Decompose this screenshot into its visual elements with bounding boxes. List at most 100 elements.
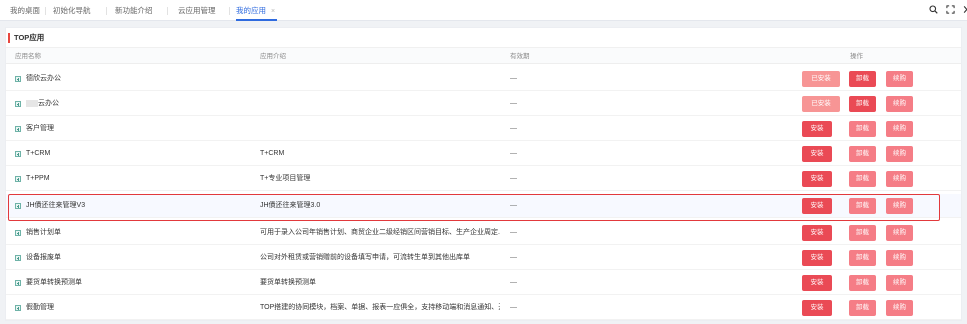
expand-icon[interactable] — [15, 305, 21, 311]
tab-bar: 我的桌面 初始化导航 新功能介绍 云应用管理 我的应用 × — [0, 0, 967, 21]
uninstall-button[interactable]: 卸载 — [849, 198, 876, 214]
expand-icon[interactable] — [15, 203, 21, 209]
expand-icon[interactable] — [15, 101, 21, 107]
section-title: TOP应用 — [8, 33, 44, 43]
app-name: 设备报废单 — [26, 254, 61, 261]
renew-button[interactable]: 续购 — [886, 146, 913, 162]
app-validity: — — [510, 254, 517, 261]
tab-divider — [45, 7, 46, 15]
fullscreen-icon[interactable] — [945, 5, 955, 16]
uninstall-button[interactable]: 卸载 — [849, 225, 876, 241]
expand-icon[interactable] — [15, 280, 21, 286]
column-header-actions: 操作 — [850, 53, 863, 60]
install-button[interactable]: 安装 — [802, 300, 832, 316]
uninstall-button[interactable]: 卸载 — [849, 300, 876, 316]
app-name: 客户管理 — [26, 125, 54, 132]
table-row: 要货单转换预测单 要货单转换预测单 — 安装 卸载 续购 — [6, 271, 961, 295]
tab-cloud-app-mgmt[interactable]: 云应用管理 — [178, 0, 216, 21]
install-button[interactable]: 安装 — [802, 146, 832, 162]
install-button[interactable]: 安装 — [802, 198, 832, 214]
tab-init-nav[interactable]: 初始化导航 — [53, 0, 91, 21]
app-validity: — — [510, 304, 517, 311]
app-intro: TOP搭建的协同模块，档案、单据、报表一应俱全，支持移动端和消息通知、开... — [260, 304, 500, 311]
app-name: 假勤管理 — [26, 304, 54, 311]
app-validity: — — [510, 202, 517, 209]
uninstall-button[interactable]: 卸载 — [849, 275, 876, 291]
table-header: 应用名称 应用介绍 有效期 操作 — [6, 47, 961, 64]
redacted-mark — [26, 99, 38, 107]
tab-divider — [167, 7, 168, 15]
expand-icon[interactable] — [15, 176, 21, 182]
expand-icon[interactable] — [15, 126, 21, 132]
install-button[interactable]: 安装 — [802, 225, 832, 241]
uninstall-button[interactable]: 卸载 — [849, 96, 876, 112]
renew-button[interactable]: 续购 — [886, 250, 913, 266]
uninstall-button[interactable]: 卸载 — [849, 71, 876, 87]
app-name: T+PPM — [26, 175, 50, 182]
app-intro: T+专业项目管理 — [260, 175, 311, 182]
column-header-name: 应用名称 — [15, 53, 41, 60]
app-validity: — — [510, 75, 517, 82]
table-row: 销售计划单 可用于录入公司年销售计划、商贸企业二级经销区间营销目标、生产企业周定… — [6, 221, 961, 245]
table-row: 客户管理 — 安装 卸载 续购 — [6, 117, 961, 141]
app-name: 销售计划单 — [26, 229, 61, 236]
renew-button[interactable]: 续购 — [886, 71, 913, 87]
table-row-selected: JH債还往来管理V3 JH債还往来管理3.0 — 安装 卸载 续购 — [6, 194, 961, 218]
expand-icon[interactable] — [15, 230, 21, 236]
table-row: 云办公 — 已安装 卸载 续购 — [6, 92, 961, 116]
table-row: 德欣云办公 — 已安装 卸载 续购 — [6, 67, 961, 91]
table-row: 假勤管理 TOP搭建的协同模块，档案、单据、报表一应俱全，支持移动端和消息通知、… — [6, 296, 961, 320]
renew-button[interactable]: 续购 — [886, 171, 913, 187]
expand-icon[interactable] — [15, 151, 21, 157]
app-name: T+CRM — [26, 150, 51, 157]
search-icon[interactable] — [928, 5, 938, 16]
top-apps-panel: TOP应用 应用名称 应用介绍 有效期 操作 德欣云办公 — 已安装 卸载 续购… — [5, 27, 962, 321]
renew-button[interactable]: 续购 — [886, 275, 913, 291]
app-validity: — — [510, 229, 517, 236]
tab-my-desktop[interactable]: 我的桌面 — [10, 0, 40, 21]
uninstall-button[interactable]: 卸载 — [849, 171, 876, 187]
expand-icon[interactable] — [15, 255, 21, 261]
app-intro: JH債还往来管理3.0 — [260, 202, 321, 209]
app-name: 云办公 — [26, 92, 59, 116]
app-intro: T+CRM — [260, 150, 285, 157]
app-validity: — — [510, 279, 517, 286]
install-button[interactable]: 安装 — [802, 250, 832, 266]
expand-icon[interactable] — [15, 76, 21, 82]
app-name: 德欣云办公 — [26, 75, 61, 82]
app-intro: 要货单转换预测单 — [260, 279, 316, 286]
install-button[interactable]: 安装 — [802, 275, 832, 291]
install-button[interactable]: 安装 — [802, 121, 832, 137]
installed-button[interactable]: 已安装 — [802, 71, 840, 87]
chevron-right-icon[interactable] — [960, 5, 967, 16]
app-validity: — — [510, 175, 517, 182]
app-validity: — — [510, 125, 517, 132]
tab-new-features[interactable]: 新功能介绍 — [115, 0, 153, 21]
installed-button[interactable]: 已安装 — [802, 96, 840, 112]
table-row: 设备报废单 公司对外租赁或营销赠前的设备填写申请，可流转生单到其他出库单 — 安… — [6, 246, 961, 270]
app-name-text: 云办公 — [38, 100, 59, 107]
uninstall-button[interactable]: 卸载 — [849, 146, 876, 162]
renew-button[interactable]: 续购 — [886, 198, 913, 214]
renew-button[interactable]: 续购 — [886, 225, 913, 241]
app-intro: 可用于录入公司年销售计划、商贸企业二级经销区间营销目标、生产企业周定... — [260, 229, 500, 236]
app-validity: — — [510, 150, 517, 157]
renew-button[interactable]: 续购 — [886, 121, 913, 137]
table-row: T+CRM T+CRM — 安装 卸载 续购 — [6, 142, 961, 166]
column-header-validity: 有效期 — [510, 53, 530, 60]
uninstall-button[interactable]: 卸载 — [849, 250, 876, 266]
tab-my-apps[interactable]: 我的应用 × — [236, 0, 278, 21]
renew-button[interactable]: 续购 — [886, 300, 913, 316]
table-row: T+PPM T+专业项目管理 — 安装 卸载 续购 — [6, 167, 961, 191]
uninstall-button[interactable]: 卸载 — [849, 121, 876, 137]
install-button[interactable]: 安装 — [802, 171, 832, 187]
tab-divider — [229, 7, 230, 15]
app-name: 要货单转换预测单 — [26, 279, 82, 286]
app-validity: — — [510, 100, 517, 107]
close-icon[interactable]: × — [271, 8, 275, 15]
tab-divider — [106, 7, 107, 15]
column-header-intro: 应用介绍 — [260, 53, 286, 60]
app-intro: 公司对外租赁或营销赠前的设备填写申请，可流转生单到其他出库单 — [260, 254, 470, 261]
tab-my-apps-label: 我的应用 — [236, 6, 266, 15]
renew-button[interactable]: 续购 — [886, 96, 913, 112]
